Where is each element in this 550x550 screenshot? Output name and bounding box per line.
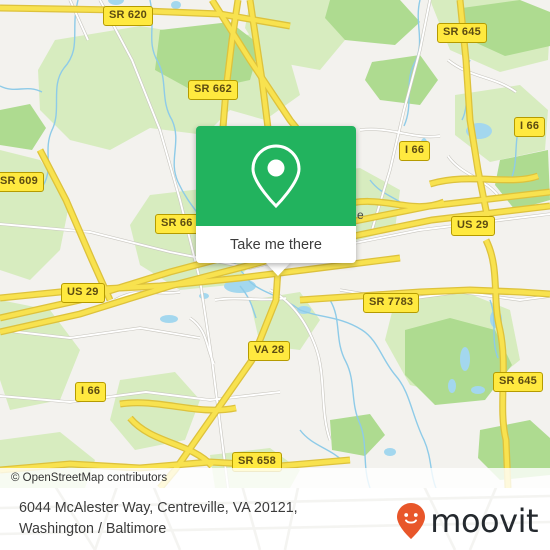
road-shield: VA 28	[248, 341, 291, 361]
osm-attribution-text: © OpenStreetMap contributors	[11, 472, 168, 484]
road-shield: SR 66	[155, 214, 199, 234]
popup-pointer	[265, 262, 291, 276]
address-line-1: 6044 McAlester Way, Centreville, VA 2012…	[19, 500, 298, 516]
road-shield: SR 645	[437, 23, 487, 43]
road-shield: SR 620	[103, 6, 153, 26]
popup-header	[196, 126, 356, 226]
map-attribution-bar: © OpenStreetMap contributors	[0, 468, 550, 488]
map-pin-icon	[251, 144, 301, 209]
moovit-wordmark: moovit	[430, 502, 538, 540]
road-shield: US 29	[61, 283, 105, 303]
moovit-logo: moovit	[396, 502, 538, 540]
road-shield: SR 662	[188, 80, 238, 100]
map-place-label: e	[357, 208, 364, 222]
moovit-location-card: e SR 620 SR 645 SR 662 I 66 I 66 SR 609 SR 66 U…	[0, 0, 550, 550]
road-shield: SR 645	[493, 372, 543, 392]
address-line-2: Washington / Baltimore	[19, 521, 167, 537]
road-shield: US 29	[451, 216, 495, 236]
take-me-there-button[interactable]: Take me there	[196, 226, 356, 263]
road-shield: SR 7783	[363, 293, 420, 313]
road-shield: I 66	[514, 117, 546, 137]
location-popup[interactable]: Take me there	[196, 126, 356, 263]
moovit-pin-icon	[397, 503, 426, 539]
footer-bar: 6044 McAlester Way, Centreville, VA 2012…	[0, 488, 550, 550]
road-shield: SR 609	[0, 172, 44, 192]
road-shield: I 66	[399, 141, 431, 161]
road-shield: I 66	[75, 382, 107, 402]
address-block: 6044 McAlester Way, Centreville, VA 2012…	[19, 498, 379, 540]
take-me-there-label: Take me there	[230, 236, 322, 253]
